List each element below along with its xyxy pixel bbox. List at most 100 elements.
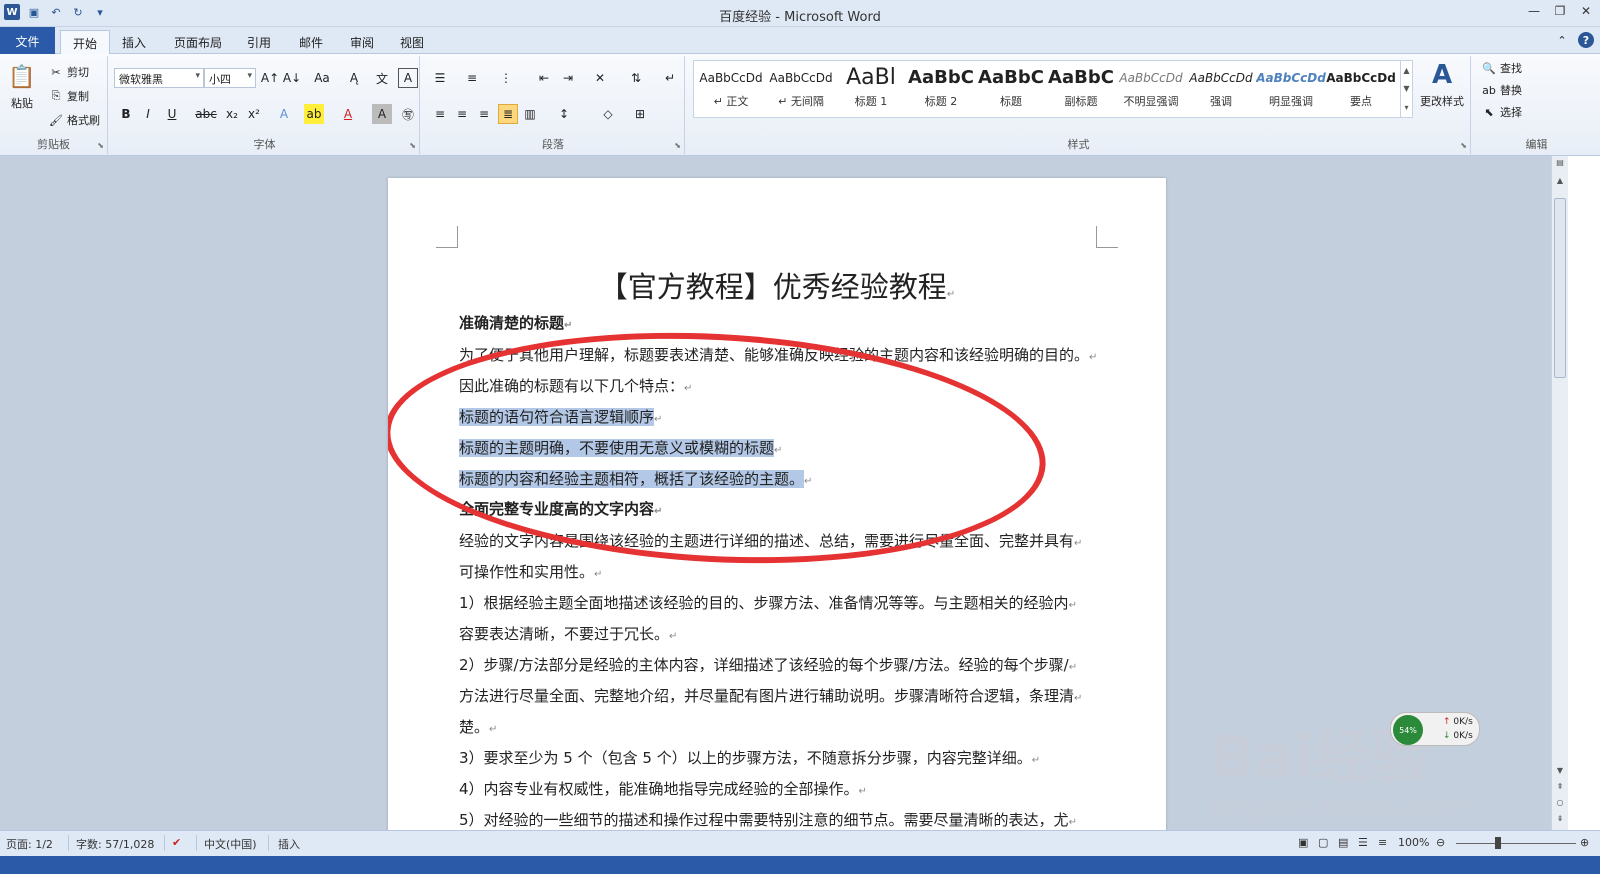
font-color-icon[interactable]: A bbox=[338, 104, 358, 124]
underline-icon[interactable]: U bbox=[162, 104, 182, 124]
style-normal[interactable]: AaBbCcDd ↵ 正文 bbox=[696, 63, 766, 115]
decrease-indent-icon[interactable]: ⇤ bbox=[534, 68, 554, 88]
tab-mailings[interactable]: 邮件 bbox=[287, 30, 335, 54]
text-effects-icon[interactable]: A bbox=[274, 104, 294, 124]
change-case-icon[interactable]: Aa bbox=[312, 68, 332, 88]
style-intense-emphasis[interactable]: AaBbCcDd 明显强调 bbox=[1256, 63, 1326, 115]
style-strong[interactable]: AaBbCcDd 要点 bbox=[1326, 63, 1396, 115]
body-line[interactable]: 2）步骤/方法部分是经验的主体内容，详细描述了该经验的每个步骤/方法。经验的每个… bbox=[459, 654, 1104, 676]
browse-object-icon[interactable]: ○ bbox=[1552, 798, 1568, 812]
styles-launcher-icon[interactable]: ⬊ bbox=[1460, 141, 1467, 150]
body-line[interactable]: 方法进行尽量全面、完整地介绍，并尽量配有图片进行辅助说明。步骤清晰符合逻辑，条理… bbox=[459, 685, 1104, 707]
character-border-icon[interactable]: A bbox=[398, 68, 418, 88]
distributed-icon[interactable]: ▥ bbox=[520, 104, 540, 124]
status-language[interactable]: 中文(中国) bbox=[204, 836, 257, 852]
copy-button[interactable]: ⎘ 复制 bbox=[48, 88, 89, 104]
gallery-more-icon[interactable]: ▾ bbox=[1404, 103, 1408, 112]
line-spacing-icon[interactable]: ↕ bbox=[554, 104, 574, 124]
font-size-combo[interactable]: 小四 bbox=[204, 68, 256, 88]
char-shading-icon[interactable]: A bbox=[372, 104, 392, 124]
gallery-scroll[interactable]: ▲ ▼ ▾ bbox=[1400, 61, 1412, 117]
gallery-up-icon[interactable]: ▲ bbox=[1403, 66, 1409, 75]
tab-review[interactable]: 审阅 bbox=[338, 30, 386, 54]
italic-icon[interactable]: I bbox=[138, 104, 158, 124]
style-heading-1[interactable]: AaBl 标题 1 bbox=[836, 63, 906, 115]
scroll-up-icon[interactable]: ▲ bbox=[1552, 176, 1568, 190]
style-subtle-emphasis[interactable]: AaBbCcDd 不明显强调 bbox=[1116, 63, 1186, 115]
minimize-icon[interactable]: — bbox=[1526, 3, 1542, 19]
status-word-count[interactable]: 字数: 57/1,028 bbox=[76, 836, 154, 852]
close-icon[interactable]: ✕ bbox=[1578, 3, 1594, 19]
vertical-scrollbar[interactable]: ▤ ▲ ▼ ⇞ ○ ⇟ bbox=[1551, 156, 1568, 830]
section-heading[interactable]: 准确清楚的标题↵ bbox=[459, 312, 1104, 334]
justify-icon[interactable]: ≣ bbox=[498, 104, 518, 124]
paragraph-launcher-icon[interactable]: ⬊ bbox=[674, 141, 681, 150]
enclose-char-icon[interactable]: ㊢ bbox=[398, 104, 418, 124]
body-line[interactable]: 楚。↵ bbox=[459, 716, 1104, 738]
font-launcher-icon[interactable]: ⬊ bbox=[409, 141, 416, 150]
tab-view[interactable]: 视图 bbox=[388, 30, 436, 54]
body-line[interactable]: 5）对经验的一些细节的描述和操作过程中需要特别注意的细节点。需要尽量清晰的表达，… bbox=[459, 809, 1104, 831]
proofing-icon[interactable]: ✔ bbox=[172, 836, 181, 849]
print-layout-icon[interactable]: ▣ bbox=[1298, 836, 1308, 849]
show-marks-icon[interactable]: ↵ bbox=[660, 68, 680, 88]
body-line[interactable]: 可操作性和实用性。↵ bbox=[459, 561, 1104, 583]
body-line[interactable]: 1）根据经验主题全面地描述该经验的目的、步骤方法、准备情况等等。与主题相关的经验… bbox=[459, 592, 1104, 614]
body-line[interactable]: 4）内容专业有权威性，能准确地指导完成经验的全部操作。↵ bbox=[459, 778, 1104, 800]
status-insert-mode[interactable]: 插入 bbox=[278, 836, 300, 852]
style-no-spacing[interactable]: AaBbCcDd ↵ 无间隔 bbox=[766, 63, 836, 115]
superscript-icon[interactable]: x² bbox=[244, 104, 264, 124]
document-page[interactable]: 【官方教程】优秀经验教程↵ 准确清楚的标题↵ 为了便于其他用户理解，标题要表述清楚… bbox=[388, 178, 1166, 838]
font-name-combo[interactable]: 微软雅黑 bbox=[114, 68, 204, 88]
tab-page-layout[interactable]: 页面布局 bbox=[162, 30, 234, 54]
change-styles-button[interactable]: A 更改样式 bbox=[1417, 60, 1467, 109]
subscript-icon[interactable]: x₂ bbox=[222, 104, 242, 124]
outline-icon[interactable]: ☰ bbox=[1358, 836, 1368, 849]
help-icon[interactable]: ? bbox=[1578, 32, 1594, 48]
clear-format-icon[interactable]: Ą bbox=[344, 68, 364, 88]
numbering-icon[interactable]: ≡ bbox=[462, 68, 482, 88]
tab-insert[interactable]: 插入 bbox=[110, 30, 158, 54]
select-button[interactable]: ⬉ 选择 bbox=[1481, 104, 1522, 120]
increase-indent-icon[interactable]: ⇥ bbox=[558, 68, 578, 88]
shrink-font-icon[interactable]: A↓ bbox=[282, 68, 302, 88]
scroll-thumb[interactable] bbox=[1554, 198, 1566, 378]
status-page[interactable]: 页面: 1/2 bbox=[6, 836, 53, 852]
restore-icon[interactable]: ❐ bbox=[1552, 3, 1568, 19]
body-line[interactable]: 3）要求至少为 5 个（包含 5 个）以上的步骤方法，不随意拆分步骤，内容完整详… bbox=[459, 747, 1104, 769]
strikethrough-icon[interactable]: abc bbox=[195, 104, 217, 124]
align-right-icon[interactable]: ≡ bbox=[474, 104, 494, 124]
zoom-in-icon[interactable]: ⊕ bbox=[1580, 836, 1589, 849]
find-button[interactable]: 🔍 查找 bbox=[1481, 60, 1522, 76]
align-center-icon[interactable]: ≡ bbox=[452, 104, 472, 124]
style-emphasis[interactable]: AaBbCcDd 强调 bbox=[1186, 63, 1256, 115]
scroll-down-icon[interactable]: ▼ bbox=[1552, 766, 1568, 780]
bold-icon[interactable]: B bbox=[116, 104, 136, 124]
draft-icon[interactable]: ≡ bbox=[1378, 836, 1387, 849]
align-left-icon[interactable]: ≡ bbox=[430, 104, 450, 124]
tab-file[interactable]: 文件 bbox=[0, 27, 55, 54]
web-layout-icon[interactable]: ▤ bbox=[1338, 836, 1348, 849]
highlight-color-icon[interactable]: ab bbox=[304, 104, 324, 124]
document-title[interactable]: 【官方教程】优秀经验教程↵ bbox=[388, 264, 1166, 306]
tab-references[interactable]: 引用 bbox=[235, 30, 283, 54]
tab-home[interactable]: 开始 bbox=[60, 30, 111, 54]
body-line[interactable]: 容要表达清晰，不要过于冗长。↵ bbox=[459, 623, 1104, 645]
cut-button[interactable]: ✂ 剪切 bbox=[48, 64, 89, 80]
replace-button[interactable]: ab 替换 bbox=[1481, 82, 1522, 98]
zoom-level[interactable]: 100% bbox=[1398, 836, 1429, 849]
ruler-toggle-icon[interactable]: ▤ bbox=[1552, 158, 1568, 172]
phonetic-guide-icon[interactable]: 文 bbox=[372, 68, 392, 88]
multilevel-list-icon[interactable]: ⋮ bbox=[496, 68, 516, 88]
sort-icon[interactable]: ⇅ bbox=[626, 68, 646, 88]
clipboard-launcher-icon[interactable]: ⬊ bbox=[97, 141, 104, 150]
format-painter-button[interactable]: 🖌 格式刷 bbox=[48, 112, 100, 128]
chinese-layout-icon[interactable]: ✕ bbox=[590, 68, 610, 88]
shading-icon[interactable]: ◇ bbox=[598, 104, 618, 124]
borders-icon[interactable]: ⊞ bbox=[630, 104, 650, 124]
full-screen-reading-icon[interactable]: ▢ bbox=[1318, 836, 1328, 849]
minimize-ribbon-icon[interactable]: ⌃ bbox=[1554, 32, 1570, 48]
next-page-icon[interactable]: ⇟ bbox=[1552, 814, 1568, 828]
network-monitor-widget[interactable]: 54% ↑ 0K/s ↓ 0K/s bbox=[1390, 712, 1480, 746]
gallery-down-icon[interactable]: ▼ bbox=[1403, 84, 1409, 93]
